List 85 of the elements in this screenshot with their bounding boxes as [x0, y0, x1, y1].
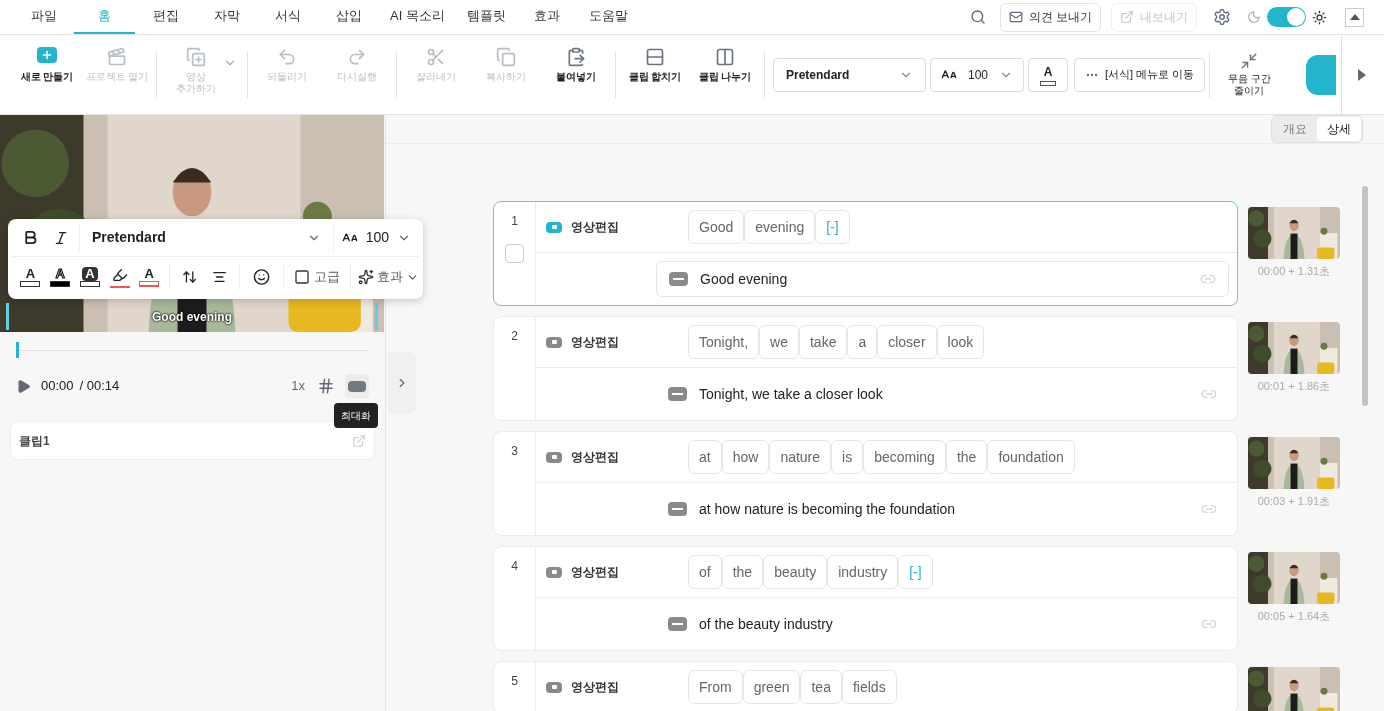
popup-size-select[interactable]: 100	[333, 227, 419, 248]
menu-tab[interactable]: 효과	[516, 0, 578, 34]
format-menu-button[interactable]: [서식] 메뉴로 이동	[1074, 57, 1206, 92]
menu-tab[interactable]: 자막	[196, 0, 257, 34]
word-chip[interactable]: beauty	[763, 555, 828, 589]
menu-tab[interactable]: 서식	[257, 0, 318, 34]
word-chip[interactable]: look	[936, 325, 985, 359]
toolbar-button[interactable]: 붙여넣기	[541, 34, 611, 115]
word-chip[interactable]: closer	[877, 325, 937, 359]
subtitle-field[interactable]: Good evening	[656, 261, 1229, 297]
clip-card[interactable]: 5 영상편집 From green tea fields	[493, 661, 1238, 711]
menu-tab[interactable]: 템플릿	[455, 0, 517, 34]
clip-time: 00:05 + 1.64초	[1257, 609, 1331, 624]
clip-number: 4	[511, 558, 518, 575]
clip-time: 00:01 + 1.86초	[1257, 379, 1331, 394]
menu-tab[interactable]: AI 목소리	[379, 0, 456, 34]
clip-title: 영상편집	[571, 334, 620, 351]
view-toggle-tab[interactable]: 개요	[1273, 117, 1317, 141]
word-chip[interactable]: a	[847, 325, 878, 359]
word-chip[interactable]: tea	[800, 670, 842, 704]
subtitle-text: Tonight, we take a closer look	[699, 384, 884, 404]
clip-title: 영상편집	[571, 564, 620, 581]
clip-time: 00:00 + 1.31초	[1257, 264, 1331, 279]
text-style-button[interactable]: A	[18, 267, 43, 287]
subtitle-text: of the beauty industry	[699, 614, 834, 634]
word-chip[interactable]: the	[945, 440, 988, 474]
menu-tab[interactable]: 편집	[135, 0, 196, 34]
word-chip[interactable]: Tonight,	[688, 325, 760, 359]
clip-number: 5	[511, 673, 518, 690]
popup-font-select[interactable]: Pretendard	[79, 227, 333, 248]
word-chip[interactable]: becoming	[863, 440, 946, 474]
word-chip[interactable]: green	[742, 670, 801, 704]
word-chip[interactable]: the	[721, 555, 764, 589]
subtitle-text: at how nature is becoming the foundation	[699, 499, 957, 519]
clip-title: 영상편집	[571, 679, 620, 696]
speed-button[interactable]: 1x	[291, 376, 305, 396]
word-chip[interactable]: at	[688, 440, 722, 474]
tooltip: 최대화	[334, 403, 378, 428]
toolbar-button[interactable]: 클립 합치기	[620, 34, 690, 115]
font-size-select[interactable]: 100	[930, 57, 1024, 92]
clip-name: 클립1	[19, 432, 50, 450]
clip-card[interactable]: 3 영상편집 at how nature is becoming the foundation at how nature is becoming the foundation	[493, 431, 1238, 536]
text-style-button[interactable]: A	[47, 267, 73, 287]
menu-tab[interactable]: 파일	[13, 0, 74, 34]
word-chip[interactable]: we	[759, 325, 799, 359]
clip-number: 3	[511, 443, 518, 460]
advanced-button[interactable]: 고급	[291, 267, 344, 287]
clip-card[interactable]: 2 영상편집 Tonight, we take a closer look Tonight, we take a closer look	[493, 316, 1238, 421]
word-chip[interactable]: evening	[744, 210, 816, 244]
word-chip[interactable]: fields	[841, 670, 897, 704]
clip-card[interactable]: 1 영상편집 Good evening [-] Good evening	[493, 201, 1238, 306]
text-style-button[interactable]: A	[77, 267, 103, 287]
feedback-button[interactable]: 의견 보내기	[999, 2, 1101, 32]
clip-card[interactable]: 4 영상편집 of the beauty industry [-] of the beauty industry	[493, 546, 1238, 651]
clip-list-item[interactable]: 클립1	[10, 421, 375, 460]
menu-tab[interactable]: 도움말	[577, 0, 639, 34]
word-chip[interactable]: nature	[769, 440, 832, 474]
word-chip[interactable]: take	[798, 325, 848, 359]
clip-number: 2	[511, 328, 518, 345]
subtitle-row[interactable]: of the beauty industry	[656, 606, 1229, 642]
word-chip[interactable]: Good	[688, 210, 745, 244]
word-chip[interactable]: is	[831, 440, 864, 474]
clip-title: 영상편집	[571, 219, 620, 236]
current-time: 00:00	[41, 377, 74, 396]
toolbar-button[interactable]: 클립 나누기	[690, 34, 760, 115]
font-select[interactable]: Pretendard	[773, 57, 926, 92]
total-time: / 00:14	[79, 377, 120, 396]
word-chip[interactable]: industry	[827, 555, 899, 589]
trim-silence-button[interactable]: 무음 구간 줄이기	[1214, 52, 1285, 97]
word-chip[interactable]: of	[688, 555, 722, 589]
word-chip[interactable]: From	[688, 670, 743, 704]
subtitle-row[interactable]: Tonight, we take a closer look	[656, 376, 1229, 412]
text-style-button[interactable]: A	[136, 267, 162, 287]
clip-number: 1	[511, 213, 518, 230]
text-color-button[interactable]: A	[1028, 57, 1068, 92]
word-chip[interactable]: how	[721, 440, 770, 474]
toolbar-button[interactable]: 새로 만들기	[12, 34, 82, 115]
menu-tab[interactable]: 삽입	[318, 0, 379, 34]
effects-button[interactable]: 효과	[358, 267, 420, 287]
clip-title: 영상편집	[571, 449, 620, 466]
word-chip[interactable]: foundation	[987, 440, 1075, 474]
subtitle-text: Good evening	[700, 269, 789, 289]
subtitle-row[interactable]: at how nature is becoming the foundation	[656, 491, 1229, 527]
view-toggle-tab[interactable]: 상세	[1317, 117, 1361, 141]
clip-time: 00:03 + 1.91초	[1257, 494, 1331, 509]
